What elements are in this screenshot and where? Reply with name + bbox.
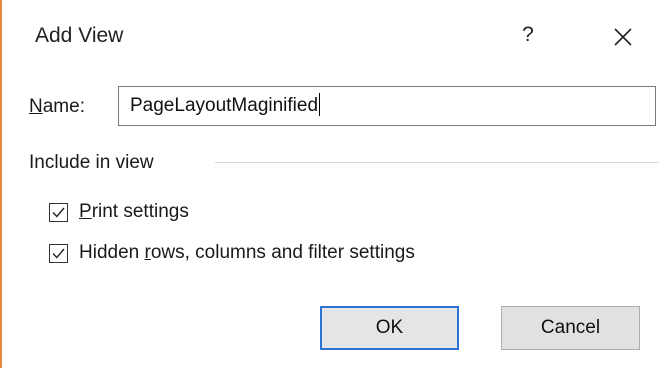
hidden-rows-option[interactable]: Hidden rows, columns and filter settings — [49, 240, 415, 266]
cancel-button[interactable]: Cancel — [501, 306, 640, 350]
print-settings-accelerator: P — [79, 201, 92, 222]
include-in-view-label: Include in view — [29, 152, 154, 173]
help-button[interactable]: ? — [516, 18, 540, 52]
group-divider — [215, 162, 659, 163]
text-caret — [319, 93, 321, 116]
name-label: Name: — [29, 95, 85, 119]
checkmark-icon — [52, 248, 65, 259]
name-label-text: ame: — [42, 96, 85, 117]
close-icon — [614, 28, 632, 46]
hidden-rows-prefix: Hidden — [79, 242, 145, 263]
print-settings-label: Print settings — [79, 200, 189, 224]
checkmark-icon — [52, 207, 65, 218]
close-button[interactable] — [606, 20, 640, 54]
hidden-rows-label: Hidden rows, columns and filter settings — [79, 241, 415, 265]
name-input[interactable]: PageLayoutMaginified — [118, 86, 656, 126]
print-settings-option[interactable]: Print settings — [49, 199, 189, 225]
name-input-value: PageLayoutMaginified — [130, 95, 319, 116]
dialog-title: Add View — [35, 24, 124, 47]
ok-button[interactable]: OK — [320, 306, 459, 350]
hidden-rows-checkbox[interactable] — [49, 243, 68, 263]
add-view-dialog: Add View ? Name: PageLayoutMaginified In… — [0, 0, 665, 368]
print-settings-text: rint settings — [91, 201, 189, 222]
name-label-accelerator: N — [29, 96, 43, 117]
print-settings-checkbox[interactable] — [49, 202, 68, 222]
hidden-rows-text: ows, columns and filter settings — [150, 242, 415, 263]
